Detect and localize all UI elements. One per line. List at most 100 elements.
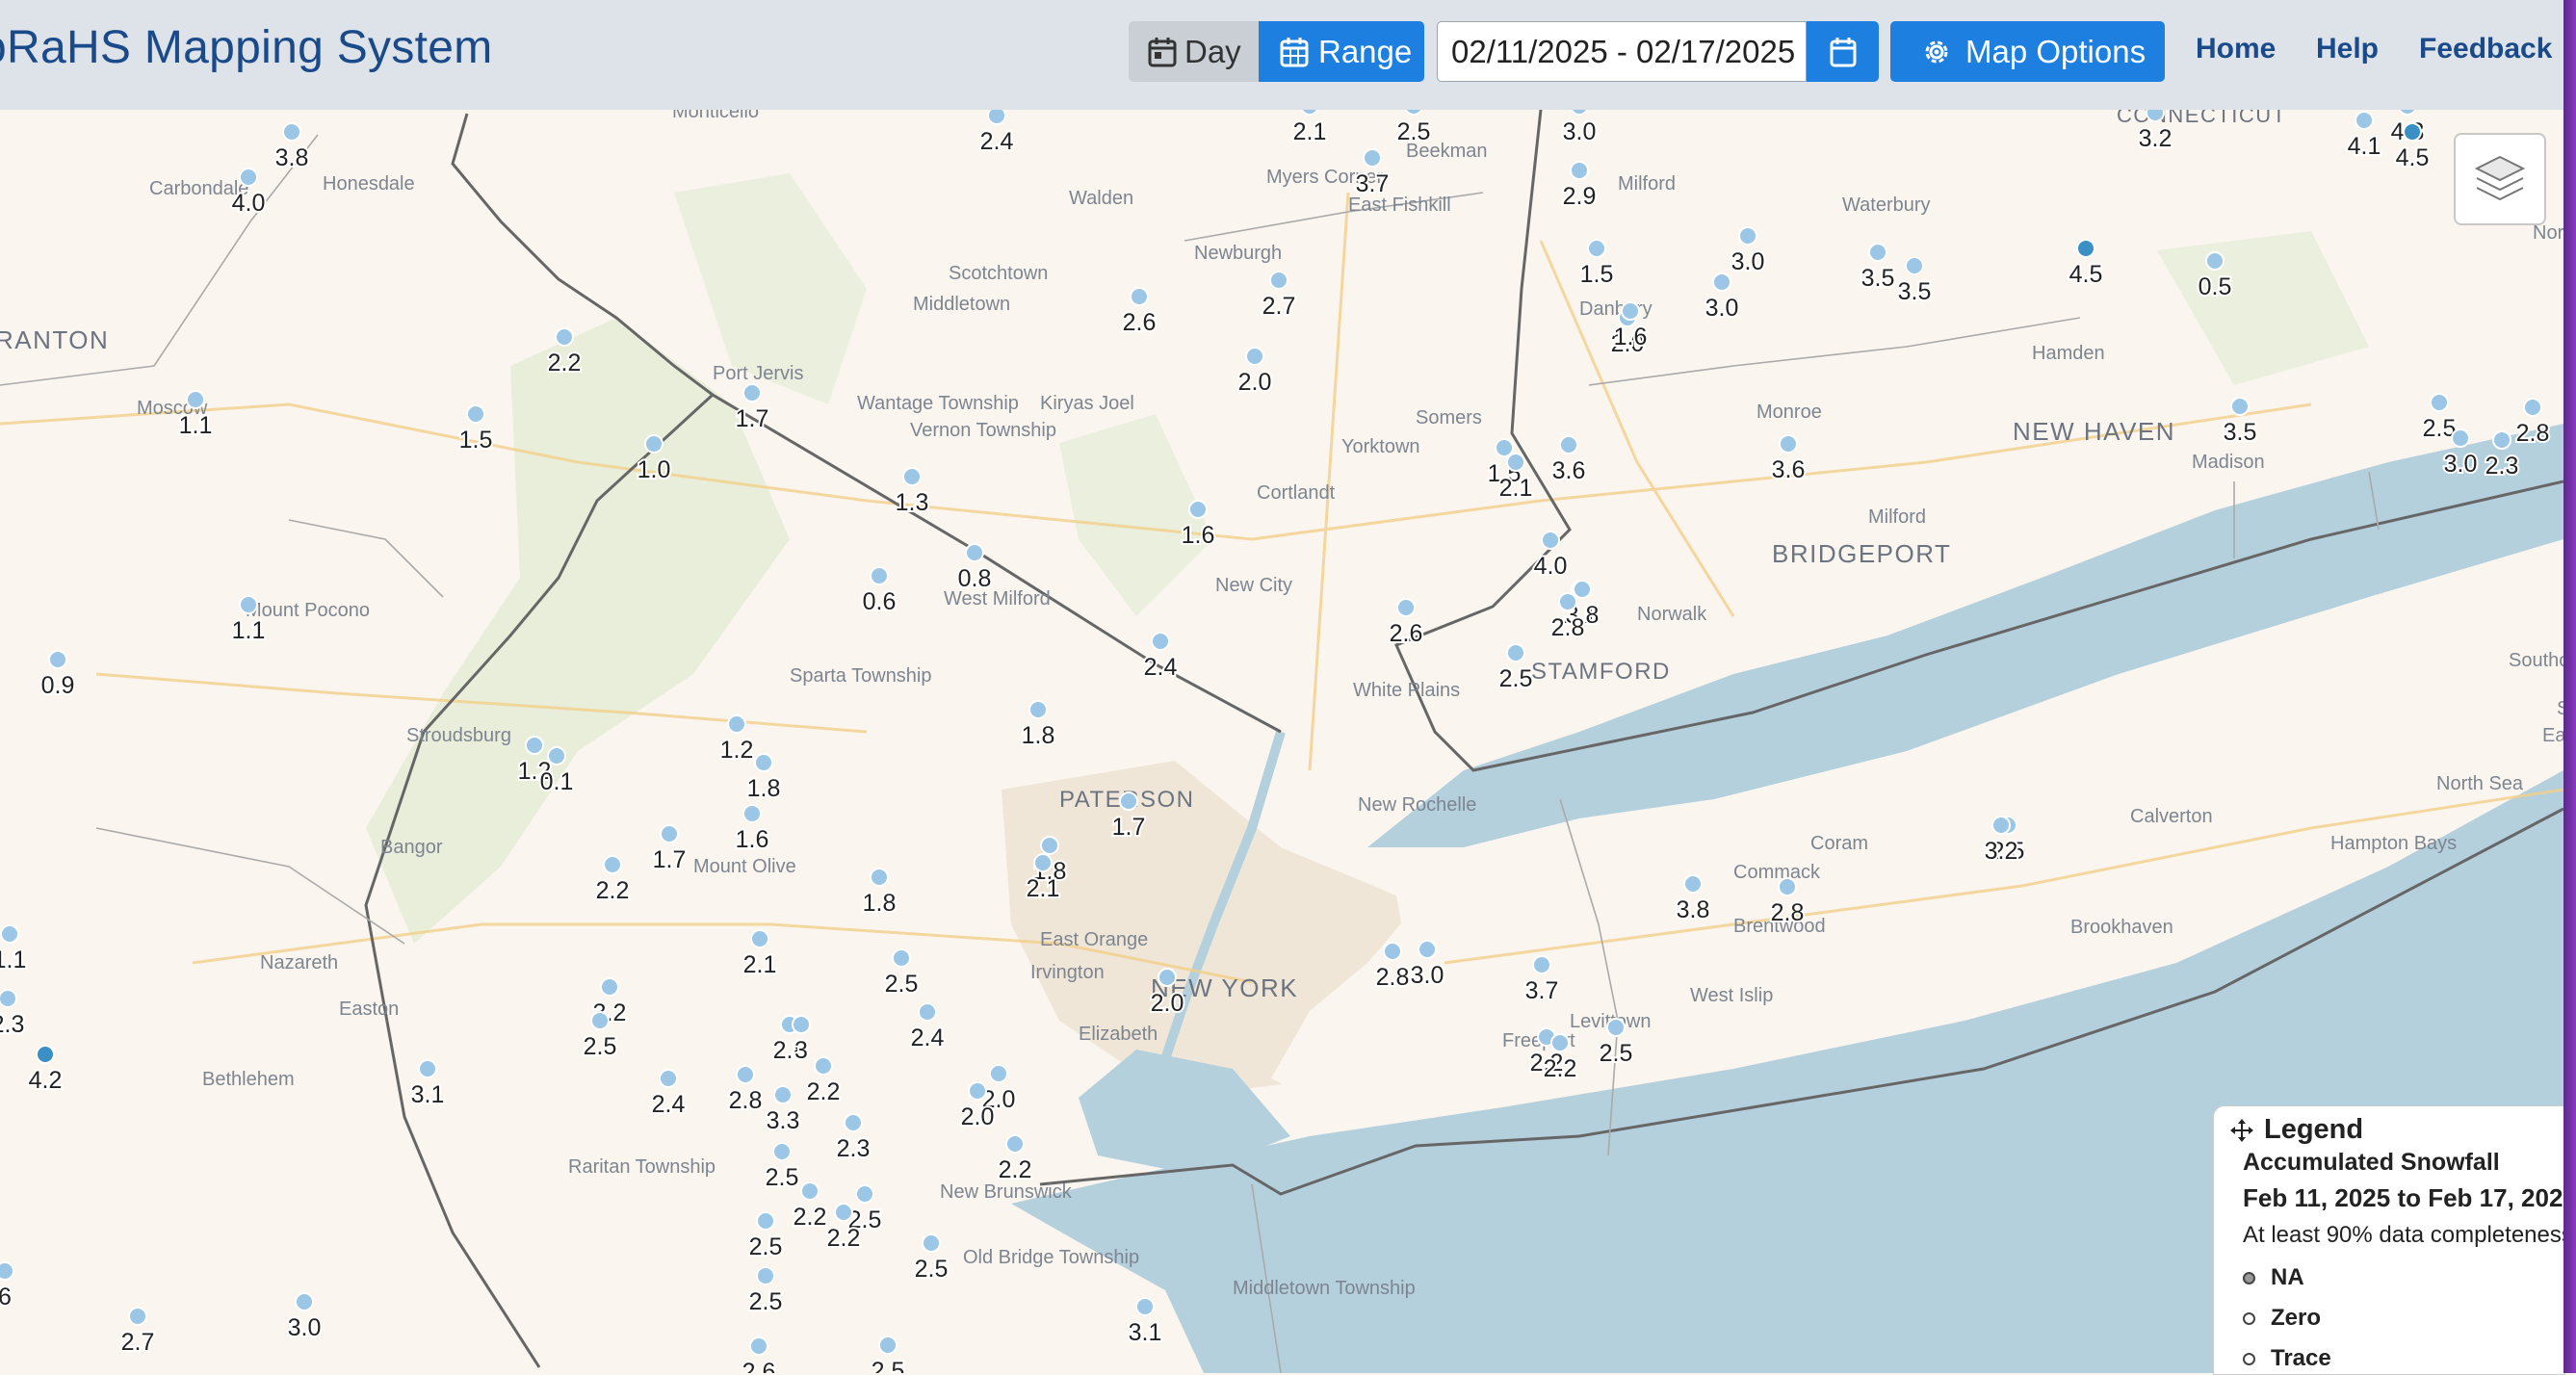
station-marker[interactable] <box>1383 942 1402 961</box>
calendar-picker-button[interactable] <box>1807 21 1879 82</box>
station-marker[interactable] <box>1506 453 1525 472</box>
station-marker[interactable] <box>2403 122 2422 142</box>
station-marker[interactable] <box>1559 435 1578 454</box>
station-marker[interactable] <box>1905 256 1924 275</box>
station-marker[interactable] <box>1532 955 1551 974</box>
station-marker[interactable] <box>855 1184 874 1204</box>
station-marker[interactable] <box>749 1336 768 1356</box>
station-marker[interactable] <box>1712 272 1731 292</box>
station-marker[interactable] <box>772 1142 792 1161</box>
station-marker[interactable] <box>1778 877 1797 896</box>
station-marker[interactable] <box>555 327 574 347</box>
station-marker[interactable] <box>48 650 67 669</box>
station-marker[interactable] <box>1119 791 1138 811</box>
station-marker[interactable] <box>660 824 679 843</box>
range-mode-button[interactable]: Range <box>1259 21 1424 82</box>
station-marker[interactable] <box>466 404 485 424</box>
station-marker[interactable] <box>282 122 301 142</box>
station-marker[interactable] <box>834 1203 853 1222</box>
station-marker[interactable] <box>750 929 769 948</box>
station-marker[interactable] <box>603 855 622 874</box>
station-marker[interactable] <box>1779 434 1798 454</box>
station-marker[interactable] <box>418 1059 437 1078</box>
station-marker[interactable] <box>965 543 984 562</box>
station-marker[interactable] <box>1396 598 1416 617</box>
station-marker[interactable] <box>525 736 544 755</box>
station-marker[interactable] <box>1188 500 1208 519</box>
station-marker[interactable] <box>792 1015 811 1034</box>
station-marker[interactable] <box>2451 428 2470 448</box>
station-marker[interactable] <box>736 1065 755 1084</box>
station-marker[interactable] <box>2205 251 2225 271</box>
station-marker[interactable] <box>756 1266 775 1285</box>
station-marker[interactable] <box>902 467 922 486</box>
station-marker[interactable] <box>1028 700 1048 719</box>
station-marker[interactable] <box>239 168 258 187</box>
station-marker[interactable] <box>1151 632 1170 651</box>
station-marker[interactable] <box>1550 1033 1570 1052</box>
station-marker[interactable] <box>186 390 205 409</box>
station-marker[interactable] <box>1005 1134 1025 1154</box>
station-marker[interactable] <box>1573 580 1592 599</box>
station-marker[interactable] <box>922 1233 941 1253</box>
station-marker[interactable] <box>2523 398 2542 417</box>
nav-feedback-link[interactable]: Feedback <box>2419 33 2552 65</box>
station-marker[interactable] <box>239 595 258 614</box>
station-marker[interactable] <box>2076 239 2095 258</box>
station-marker[interactable] <box>36 1045 55 1064</box>
station-marker[interactable] <box>1621 301 1640 321</box>
station-marker[interactable] <box>1033 853 1053 872</box>
station-marker[interactable] <box>128 1307 147 1326</box>
station-marker[interactable] <box>870 566 889 585</box>
station-marker[interactable] <box>1991 816 2011 835</box>
station-marker[interactable] <box>1158 968 1177 987</box>
station-marker[interactable] <box>1587 239 1606 258</box>
station-marker[interactable] <box>0 924 19 944</box>
station-marker[interactable] <box>0 989 17 1008</box>
nav-help-link[interactable]: Help <box>2316 33 2379 65</box>
layer-control-button[interactable] <box>2454 133 2546 225</box>
station-marker[interactable] <box>1245 347 1264 366</box>
station-marker[interactable] <box>1418 940 1437 959</box>
station-marker[interactable] <box>295 1292 314 1311</box>
station-marker[interactable] <box>2355 111 2374 130</box>
station-marker[interactable] <box>1570 161 1589 180</box>
station-marker[interactable] <box>1541 531 1560 550</box>
nav-home-link[interactable]: Home <box>2196 33 2276 65</box>
station-marker[interactable] <box>1135 1297 1155 1316</box>
day-mode-button[interactable]: Day <box>1129 21 1261 82</box>
station-marker[interactable] <box>814 1056 833 1076</box>
station-marker[interactable] <box>742 383 762 402</box>
station-marker[interactable] <box>773 1085 793 1104</box>
station-marker[interactable] <box>1495 438 1514 457</box>
station-marker[interactable] <box>1868 243 1887 262</box>
station-marker[interactable] <box>800 1181 820 1201</box>
station-marker[interactable] <box>590 1011 610 1030</box>
station-marker[interactable] <box>987 110 1006 125</box>
move-icon[interactable] <box>2229 1118 2254 1143</box>
station-marker[interactable] <box>659 1069 678 1088</box>
legend-panel[interactable]: Legend Accumulated Snowfall Feb 11, 2025… <box>2213 1105 2565 1375</box>
station-marker[interactable] <box>644 434 664 454</box>
station-marker[interactable] <box>892 948 911 968</box>
station-marker[interactable] <box>754 753 773 772</box>
station-marker[interactable] <box>878 1336 898 1355</box>
station-marker[interactable] <box>742 804 762 823</box>
station-marker[interactable] <box>2146 110 2165 122</box>
station-marker[interactable] <box>600 977 619 997</box>
station-marker[interactable] <box>918 1002 937 1022</box>
station-marker[interactable] <box>1506 643 1525 662</box>
station-marker[interactable] <box>1363 148 1382 168</box>
station-marker[interactable] <box>756 1211 775 1231</box>
station-marker[interactable] <box>1269 271 1288 290</box>
station-marker[interactable] <box>547 746 566 765</box>
station-marker[interactable] <box>2430 393 2449 412</box>
station-marker[interactable] <box>727 714 746 734</box>
date-range-input[interactable] <box>1437 21 1807 82</box>
station-marker[interactable] <box>844 1113 863 1132</box>
station-marker[interactable] <box>1558 592 1577 611</box>
station-marker[interactable] <box>1606 1018 1626 1037</box>
station-marker[interactable] <box>968 1081 987 1101</box>
station-marker[interactable] <box>1683 874 1703 894</box>
map-canvas[interactable]: Monticello Honesdale Carbondale RANTON Mosco… <box>0 110 2563 1373</box>
